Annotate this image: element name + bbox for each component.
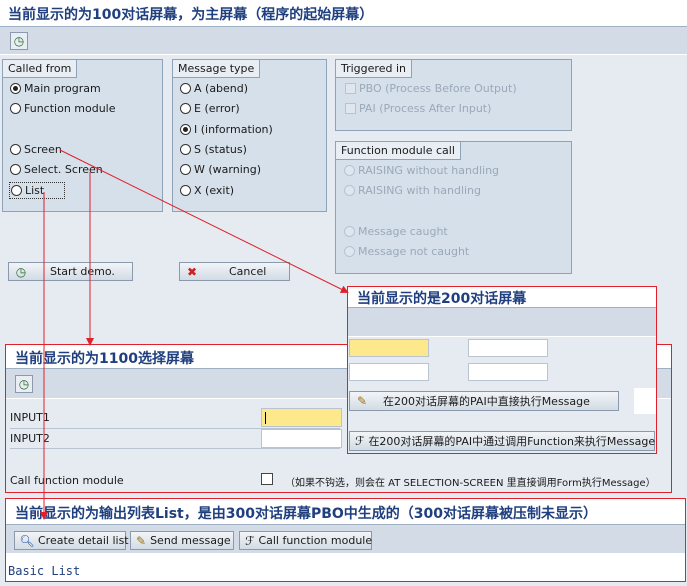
call-fm-checkbox[interactable] <box>261 473 273 485</box>
execute-clock-icon[interactable]: ◷ <box>10 32 28 50</box>
divider <box>10 448 340 449</box>
message-note-icon: ✎ <box>356 394 368 408</box>
group-label: Function module call <box>336 142 461 160</box>
radio-function-module[interactable]: Function module <box>10 102 116 115</box>
input2-field[interactable] <box>261 429 342 448</box>
call-fm-note: （如果不钩选，则会在 AT SELECTION-SCREEN 里直接调用Form… <box>285 478 656 489</box>
radio-raising-with-handling[interactable]: RAISING with handling <box>344 184 481 197</box>
blank-area <box>634 388 656 414</box>
screen200-frame: 当前显示的是200对话屏幕 ✎ 在200对话屏幕的PAI中直接执行Message … <box>347 286 657 454</box>
radio-abend[interactable]: A (abend) <box>180 82 248 95</box>
radio-screen[interactable]: Screen <box>10 143 62 156</box>
field[interactable] <box>468 363 548 381</box>
execute-clock-icon[interactable]: ◷ <box>15 375 33 393</box>
message-note-icon: ✎ <box>136 533 147 548</box>
group-label: Triggered in <box>336 60 412 78</box>
screen200-toolbar <box>348 308 656 337</box>
radio-message-not-caught[interactable]: Message not caught <box>344 245 469 258</box>
list-title: 当前显示的为输出列表List，是由300对话屏幕PBO中生成的（300对话屏幕被… <box>15 506 598 522</box>
field-yellow[interactable] <box>349 339 429 357</box>
field[interactable] <box>468 339 548 357</box>
screen1100-title: 当前显示的为1100选择屏幕 <box>15 351 194 367</box>
triggered-in-group: Triggered in PBO (Process Before Output)… <box>335 59 572 131</box>
magnifier-icon: 🔍︎ <box>19 533 35 548</box>
screen200-title: 当前显示的是200对话屏幕 <box>357 291 527 307</box>
input1-field[interactable] <box>261 408 342 427</box>
radio-select-screen[interactable]: Select. Screen <box>10 163 103 176</box>
list-frame: 当前显示的为输出列表List，是由300对话屏幕PBO中生成的（300对话屏幕被… <box>5 498 686 582</box>
radio-list[interactable]: List <box>9 182 66 199</box>
checkbox-pbo[interactable]: PBO (Process Before Output) <box>345 82 517 95</box>
radio-information[interactable]: I (information) <box>180 123 273 136</box>
cancel-x-icon: ✖ <box>186 264 198 279</box>
cancel-button[interactable]: ✖ Cancel <box>179 262 290 281</box>
message-type-group: Message type A (abend) E (error) I (info… <box>172 59 327 212</box>
call-function-module-button[interactable]: ℱ Call function module <box>239 531 372 550</box>
screen200-header: 当前显示的是200对话屏幕 <box>348 287 656 308</box>
input2-label: INPUT2 <box>10 432 50 445</box>
function-message-button[interactable]: ℱ 在200对话屏幕的PAI中通过调用Function来执行Message <box>349 431 655 451</box>
create-detail-list-button[interactable]: 🔍︎ Create detail list <box>14 531 129 550</box>
list-toolbar: 🔍︎ Create detail list ✎ Send message ℱ Call… <box>6 525 685 554</box>
radio-warning[interactable]: W (warning) <box>180 163 261 176</box>
input1-label: INPUT1 <box>10 411 50 424</box>
radio-message-caught[interactable]: Message caught <box>344 225 448 238</box>
radio-status[interactable]: S (status) <box>180 143 247 156</box>
function-module-icon: ℱ <box>355 434 365 448</box>
direct-message-button[interactable]: ✎ 在200对话屏幕的PAI中直接执行Message <box>349 391 619 411</box>
call-fm-label: Call function module <box>10 474 124 487</box>
radio-exit[interactable]: X (exit) <box>180 184 234 197</box>
screen100-title: 当前显示的为100对话屏幕，为主屏幕（程序的起始屏幕） <box>8 7 374 23</box>
field[interactable] <box>349 363 429 381</box>
send-message-button[interactable]: ✎ Send message <box>130 531 234 550</box>
start-demo-button[interactable]: ◷ Start demo. <box>8 262 133 281</box>
list-content: Basic List <box>8 564 81 578</box>
radio-main-program[interactable]: Main program <box>10 82 101 95</box>
radio-raising-without-handling[interactable]: RAISING without handling <box>344 164 499 177</box>
checkbox-pai[interactable]: PAI (Process After Input) <box>345 102 491 115</box>
screen100-header: 当前显示的为100对话屏幕，为主屏幕（程序的起始屏幕） <box>0 0 687 27</box>
group-label: Called from <box>3 60 78 78</box>
group-label: Message type <box>173 60 261 78</box>
called-from-group: Called from Main program Function module… <box>2 59 163 212</box>
radio-error[interactable]: E (error) <box>180 102 240 115</box>
function-module-call-group: Function module call RAISING without han… <box>335 141 572 274</box>
list-header: 当前显示的为输出列表List，是由300对话屏幕PBO中生成的（300对话屏幕被… <box>6 499 685 525</box>
function-module-icon: ℱ <box>245 533 255 548</box>
execute-clock-icon: ◷ <box>15 264 27 279</box>
screen100-toolbar: ◷ <box>0 27 687 55</box>
